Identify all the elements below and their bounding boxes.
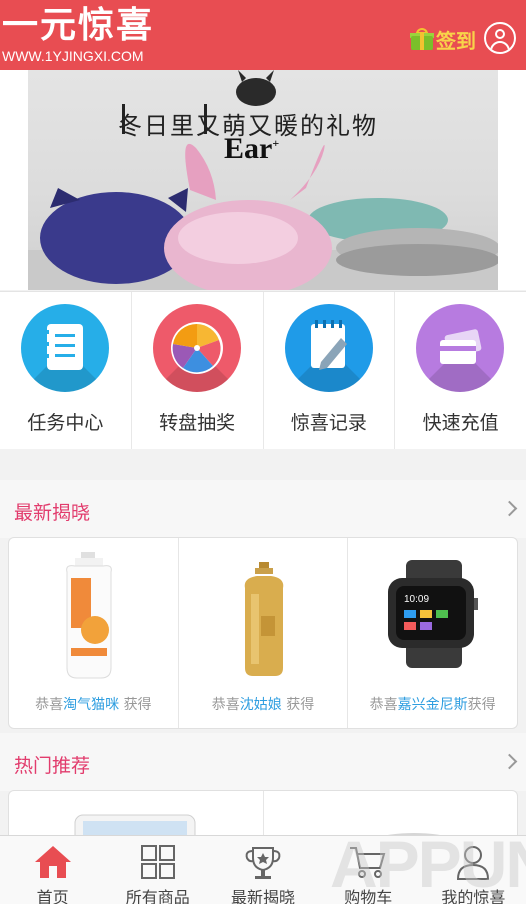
winner-text: 恭喜淘气猫咪 获得 (35, 697, 152, 713)
winner-card[interactable]: 恭喜沈姑娘 获得 (179, 538, 349, 728)
banner-subtitle: Ear+ (224, 132, 280, 165)
quick-label: 任务中心 (27, 412, 104, 434)
winner-text: 恭喜沈姑娘 获得 (211, 697, 315, 713)
quick-task-center[interactable]: 任务中心 (0, 292, 132, 449)
tab-cart[interactable]: 购物车 (316, 836, 421, 904)
winner-card[interactable]: 恭喜淘气猫咪 获得 (9, 538, 179, 728)
notebook-icon (284, 304, 373, 392)
checkin-label: 签到 (436, 28, 476, 53)
tab-latest[interactable]: 最新揭晓 (210, 836, 315, 904)
winner-card[interactable]: 10:09 恭喜嘉兴金尼斯获得 (348, 538, 517, 728)
top-header: 一元惊喜 WWW.1YJINGXI.COM 签到 (0, 0, 526, 70)
product-image (244, 562, 283, 676)
product-image: 10:09 (388, 560, 479, 668)
winner-text: 恭喜嘉兴金尼斯获得 (369, 697, 496, 713)
tab-label: 购物车 (344, 888, 393, 904)
latest-section-header[interactable]: 最新揭晓 (0, 480, 526, 538)
brand-logo[interactable]: 一元惊喜 (2, 4, 154, 48)
quick-label: 快速充值 (422, 412, 499, 434)
banner-image[interactable]: 冬日里又萌又暖的礼物 Ear+ (28, 70, 498, 290)
quick-recharge[interactable]: 快速充值 (395, 292, 526, 449)
chevron-right-icon[interactable] (502, 500, 518, 518)
latest-winners: 恭喜淘气猫咪 获得 恭喜沈姑娘 获得 10:09 恭喜嘉兴金尼斯获得 (8, 537, 518, 729)
gift-icon (410, 28, 434, 50)
hot-section-header[interactable]: 热门推荐 (0, 733, 526, 791)
tab-home[interactable]: 首页 (0, 836, 105, 904)
quick-wheel-lottery[interactable]: 转盘抽奖 (132, 292, 264, 449)
quick-label: 转盘抽奖 (159, 412, 236, 434)
chevron-right-icon[interactable] (502, 753, 518, 771)
brand-url: WWW.1YJINGXI.COM (2, 48, 144, 64)
quick-label: 惊喜记录 (290, 412, 367, 434)
section-title: 最新揭晓 (14, 502, 91, 524)
profile-icon (457, 846, 490, 880)
tab-label: 所有商品 (125, 888, 190, 904)
checkin-button[interactable]: 签到 (410, 24, 476, 54)
task-list-icon (21, 304, 109, 392)
quick-surprise-record[interactable]: 惊喜记录 (264, 292, 396, 449)
tab-my-surprise[interactable]: 我的惊喜 (421, 836, 526, 904)
svg-text:10:09: 10:09 (404, 594, 429, 605)
section-title: 热门推荐 (14, 755, 91, 777)
wheel-icon (152, 304, 241, 392)
grid-icon (140, 845, 175, 879)
trophy-icon (245, 847, 281, 879)
app-screen: 一元惊喜 WWW.1YJINGXI.COM 签到 冬日里又萌又暖的礼物 Ear+… (0, 0, 526, 904)
promo-banner[interactable]: 冬日里又萌又暖的礼物 Ear+ (0, 70, 526, 290)
quick-actions: 任务中心 转盘抽奖 惊喜记录 快速充值 (0, 291, 526, 449)
home-icon (34, 846, 71, 878)
product-image (66, 552, 112, 679)
card-icon (416, 304, 505, 392)
tab-label: 首页 (36, 888, 69, 904)
tab-label: 最新揭晓 (231, 888, 296, 904)
user-icon[interactable] (484, 22, 516, 54)
tab-label: 我的惊喜 (441, 888, 506, 904)
cart-icon (350, 847, 386, 878)
hand-warmer-illustration (28, 70, 498, 290)
bottom-tab-bar: 首页 所有商品 最新揭晓 购物车 我的惊喜 (0, 835, 526, 904)
tab-all-products[interactable]: 所有商品 (105, 836, 210, 904)
